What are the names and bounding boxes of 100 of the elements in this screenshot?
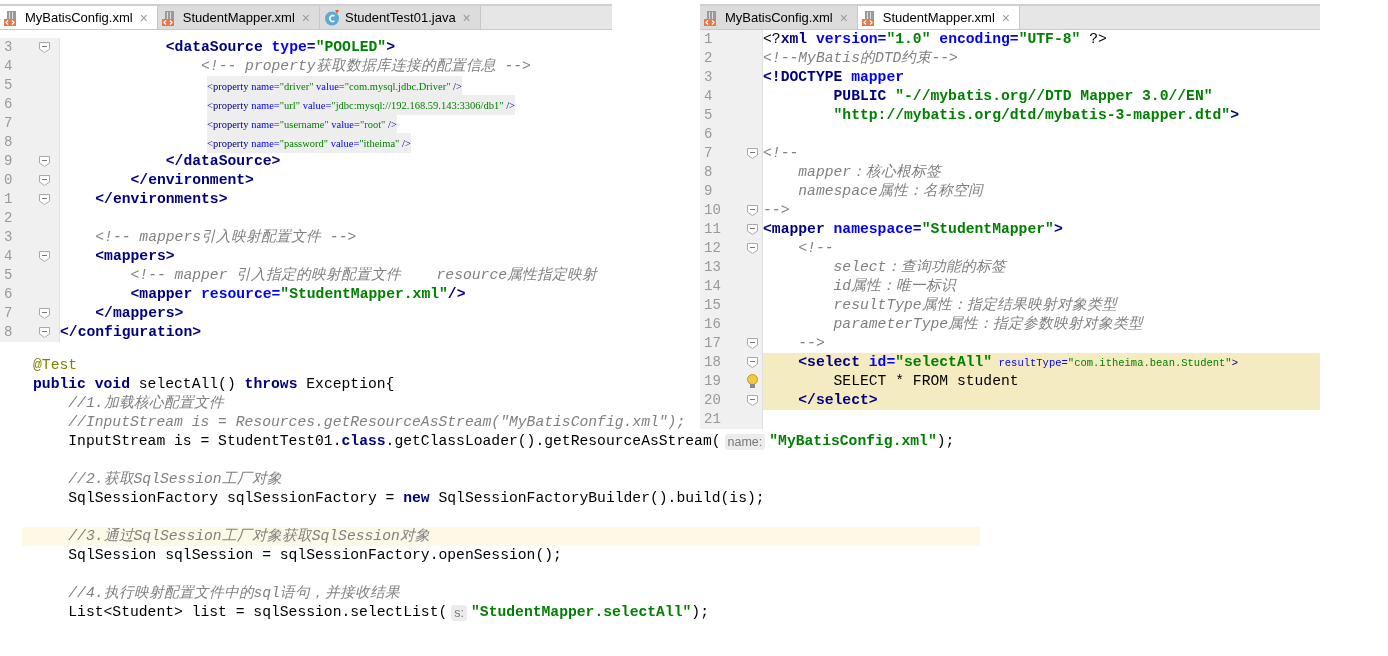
code-text: parameterType属性：指定参数映射对象类型 — [832, 315, 1144, 334]
line-number: 4 — [3, 247, 14, 266]
line-number: 16 — [703, 315, 722, 334]
fold-marker-icon[interactable] — [39, 175, 50, 186]
line-number: 2 — [3, 209, 14, 228]
fold-marker-icon[interactable] — [39, 251, 50, 262]
code-text: <!-- mappers引入映射配置文件 --> — [94, 228, 357, 247]
code-text: PUBLIC "-//mybatis.org//DTD Mapper 3.0//EN" — [832, 87, 1213, 106]
line-number: 18 — [703, 353, 722, 372]
line-number: 8 — [703, 163, 714, 182]
lightbulb-icon[interactable] — [746, 374, 758, 389]
code-text: --> — [763, 201, 790, 220]
code-text: <!-- — [797, 239, 834, 258]
code-text: </dataSource> — [164, 152, 281, 171]
fold-marker-icon[interactable] — [39, 327, 50, 338]
code-text: </configuration> — [60, 323, 202, 342]
code-text: <!-- — [763, 144, 799, 163]
code-text: </environment> — [129, 171, 254, 190]
line-number: 2 — [703, 49, 714, 68]
file-tab[interactable]: MyBatisConfig.xml × — [0, 6, 158, 29]
fold-marker-icon[interactable] — [746, 338, 758, 349]
code-text: InputStream is = StudentTest01.class.getClassLoader().getResourceAsStream( — [67, 432, 721, 451]
line-number: 3 — [703, 68, 714, 87]
code-text: SqlSessionFactory sqlSessionFactory = new SqlSessionFactoryBuilder().build(is); — [67, 489, 765, 508]
code-text: "http://mybatis.org/dtd/mybatis-3-mapper.dtd"> — [832, 106, 1239, 125]
file-tab[interactable]: MyBatisConfig.xml × — [700, 6, 858, 29]
line-number: 1 — [3, 190, 14, 209]
code-text: id属性：唯一标识 — [832, 277, 957, 296]
line-number: 13 — [703, 258, 722, 277]
line-number: 14 — [703, 277, 722, 296]
code-text: <!DOCTYPE mapper — [763, 68, 905, 87]
code-text: //2.获取SqlSession工厂对象 — [67, 470, 282, 489]
code-text: "StudentMapper.selectAll"); — [471, 603, 709, 622]
line-number: 7 — [3, 304, 14, 323]
file-tab[interactable]: StudentMapper.xml × — [857, 6, 1021, 29]
fold-marker-icon[interactable] — [746, 357, 758, 368]
code-text: //4.执行映射配置文件中的sql语句，并接收结果 — [67, 584, 400, 603]
file-tab[interactable]: StudentTest01.java × — [320, 6, 481, 29]
code-text: <property name="username" value="root" /> — [207, 113, 397, 134]
code-text: SqlSession sqlSession = sqlSessionFactory.openSession(); — [67, 546, 562, 565]
line-number: 10 — [703, 201, 722, 220]
line-number: 12 — [703, 239, 722, 258]
code-text: <property name="driver" value="com.mysql.jdbc.Driver" /> — [207, 75, 462, 96]
line-number: 4 — [703, 87, 714, 106]
line-number: 5 — [703, 106, 714, 125]
code-text: --> — [797, 334, 825, 353]
line-number: 11 — [703, 220, 722, 239]
code-text: </select> — [797, 391, 878, 410]
code-text: select：查询功能的标签 — [832, 258, 1007, 277]
code-text: </environments> — [94, 190, 228, 209]
line-number: 20 — [703, 391, 722, 410]
line-number: 7 — [703, 144, 714, 163]
code-text: <dataSource type="POOLED"> — [164, 38, 395, 57]
parameter-hint: s: — [451, 604, 467, 621]
line-number: 8 — [3, 323, 14, 342]
code-text: "MyBatisConfig.xml"); — [769, 432, 955, 451]
code-text: <property name="password" value="itheima" /> — [207, 132, 411, 153]
line-number: 3 — [3, 38, 14, 57]
class-icon — [324, 9, 341, 26]
code-text: resultType属性：指定结果映射对象类型 — [832, 296, 1117, 315]
fold-marker-icon[interactable] — [39, 156, 50, 167]
line-number: 9 — [703, 182, 714, 201]
fold-marker-icon[interactable] — [39, 308, 50, 319]
line-number: 19 — [703, 372, 722, 391]
line-number: 5 — [3, 76, 14, 95]
line-number: 8 — [3, 133, 14, 152]
file-tab[interactable]: StudentMapper.xml × — [157, 6, 321, 29]
line-number: 6 — [3, 285, 14, 304]
fold-marker-icon[interactable] — [746, 205, 758, 216]
line-number: 9 — [3, 152, 14, 171]
fold-marker-icon[interactable] — [746, 395, 758, 406]
code-text: <!--MyBatis的DTD约束--> — [763, 49, 958, 68]
line-number: 3 — [3, 228, 14, 247]
code-text: mapper：核心根标签 — [797, 163, 942, 182]
code-text: SELECT * FROM student — [832, 372, 1019, 391]
fold-marker-icon[interactable] — [746, 243, 758, 254]
line-number: 15 — [703, 296, 722, 315]
code-text: <property name="url" value="jdbc:mysql://192.168.59.143:3306/db1" /> — [207, 94, 515, 115]
fold-marker-icon[interactable] — [39, 194, 50, 205]
code-text: List<Student> list = sqlSession.selectList( — [67, 603, 448, 622]
line-number: 6 — [3, 95, 14, 114]
line-number: 1 — [703, 30, 714, 49]
code-text: <!-- mapper 引入指定的映射配置文件 resource属性指定映射 — [129, 266, 598, 285]
line-number: 17 — [703, 334, 722, 353]
line-number: 21 — [703, 410, 722, 429]
code-text: @Test — [33, 356, 78, 375]
code-text: public void selectAll() throws Exception{ — [33, 375, 395, 394]
fold-marker-icon[interactable] — [746, 148, 758, 159]
code-text: </mappers> — [94, 304, 184, 323]
line-number: 6 — [703, 125, 714, 144]
code-text: //InputStream is = Resources.getResourceAsStream("MyBatisConfig.xml"); — [67, 413, 686, 432]
fold-marker-icon[interactable] — [39, 42, 50, 53]
code-text: namespace属性：名称空间 — [797, 182, 983, 201]
code-text: //3.通过SqlSession工厂对象获取SqlSession对象 — [67, 527, 430, 546]
code-text: <mapper resource="StudentMapper.xml"/> — [129, 285, 466, 304]
fold-marker-icon[interactable] — [746, 224, 758, 235]
code-text: //1.加载核心配置文件 — [67, 394, 224, 413]
code-text: <mappers> — [94, 247, 175, 266]
code-text: <?xml version="1.0" encoding="UTF-8" ?> — [763, 30, 1107, 49]
code-text: <!-- property获取数据库连接的配置信息 --> — [200, 57, 531, 76]
